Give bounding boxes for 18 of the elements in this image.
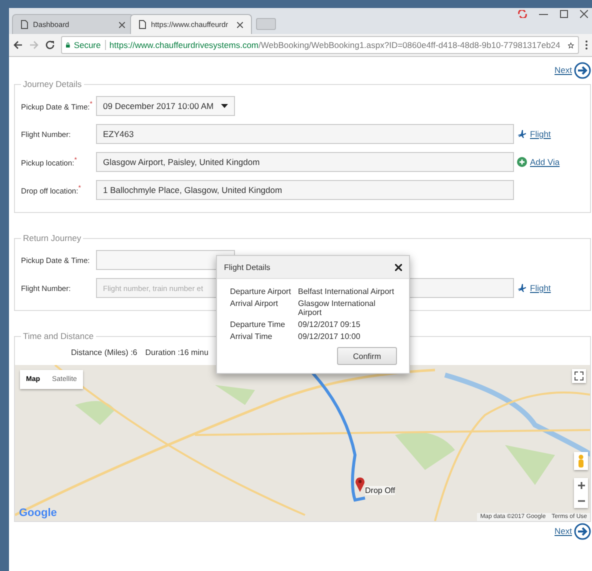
detail-label: Departure Airport [230, 287, 292, 296]
marker-label: Drop Off [365, 486, 396, 495]
detail-label: Arrival Airport [230, 299, 280, 310]
map-logo: Google [19, 507, 57, 519]
detail-value: Belfast International Airport [298, 287, 396, 296]
dialog-title: Flight Details [224, 262, 270, 272]
detail-label: Arrival Time [230, 332, 274, 341]
secure-label: Secure [74, 40, 101, 50]
detail-label: Departure Time [230, 320, 286, 329]
distance-text: Distance (Miles) :6 [71, 348, 138, 357]
detail-value: 09/12/2017 10:00 [298, 332, 362, 341]
detail-value: Glasgow International Airport [298, 299, 376, 317]
section-title: Return Journey [22, 233, 82, 243]
section-title: Journey Details [22, 79, 83, 89]
url-text: https://www.chauffeurdrivesystems.com/WebBooking/WebBooking1.aspx?ID=0860e4ff-d418-48d8-9b10-77981317eb24 [109, 40, 560, 50]
section-title: Time and Distance [22, 331, 95, 341]
duration-text: Duration :16 minu [145, 348, 208, 357]
detail-value: 09/12/2017 09:15 [298, 320, 362, 329]
